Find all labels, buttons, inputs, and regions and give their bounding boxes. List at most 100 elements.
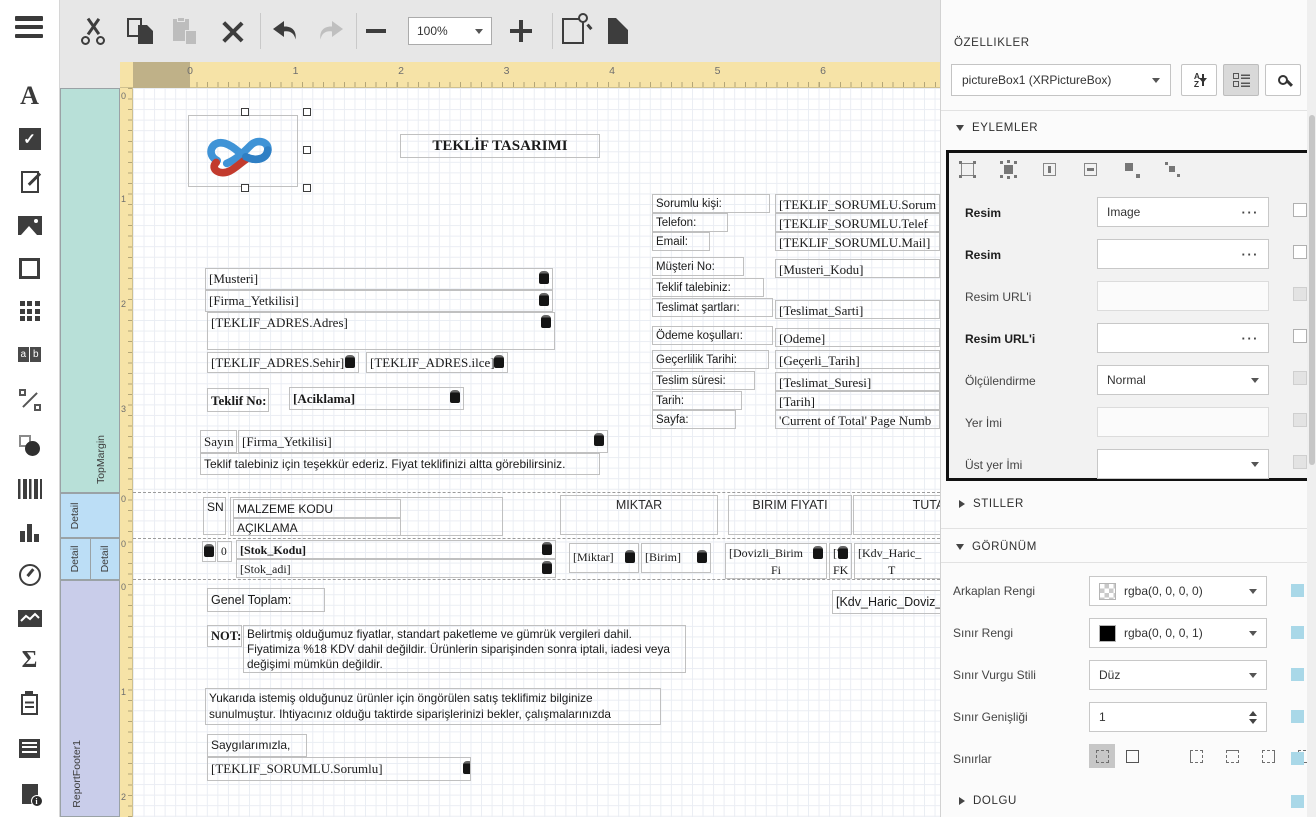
prop-yer-imi-input[interactable]: [1097, 407, 1269, 437]
label-closing-text[interactable]: Yukarıda istemiş olduğunuz ürünler için …: [205, 688, 661, 725]
object-selector[interactable]: pictureBox1 (XRPictureBox): [951, 64, 1171, 96]
label-thanks[interactable]: Teklif talebiniz için teşekkür ederiz. F…: [200, 453, 600, 475]
border-right-button[interactable]: [1255, 744, 1281, 768]
header-aciklama[interactable]: AÇIKLAMA: [233, 518, 401, 536]
label-tarih[interactable]: Tarih:: [652, 391, 742, 410]
shape-tool[interactable]: [0, 426, 59, 466]
field-sehir[interactable]: [TEKLIF_ADRES.Sehir]: [207, 352, 359, 373]
field-odeme[interactable]: [Odeme]: [775, 328, 940, 347]
zoom-in-button[interactable]: [510, 14, 532, 48]
field-birim[interactable]: [Birim]: [641, 543, 711, 573]
border-box-button[interactable]: [1119, 744, 1145, 768]
band-detail-outer[interactable]: Detail: [60, 538, 91, 580]
label-sorumlu-kisi[interactable]: Sorumlu kişi:: [652, 194, 770, 213]
prop-ust-yer-imi-select[interactable]: [1097, 449, 1269, 479]
size-shrink-icon[interactable]: [1164, 161, 1181, 178]
preview-button[interactable]: [562, 14, 584, 48]
logo-picture-box[interactable]: [188, 115, 298, 187]
field-teslimat-suresi[interactable]: [Teslimat_Suresi]: [775, 372, 940, 391]
fit-bounds-to-container-icon[interactable]: [959, 161, 976, 178]
field-aciklama[interactable]: [Aciklama]: [289, 387, 464, 410]
label-telefon[interactable]: Telefon:: [652, 213, 728, 232]
scripts-button[interactable]: [608, 14, 628, 48]
label-odeme-kosullari[interactable]: Ödeme koşulları:: [652, 326, 773, 345]
field-ilce[interactable]: [TEKLIF_ADRES.ilce]: [366, 352, 508, 373]
label-teklif-no[interactable]: Teklif No:: [207, 388, 269, 412]
prop-olculendirme-select[interactable]: Normal: [1097, 365, 1269, 395]
field-mail[interactable]: [TEKLIF_SORUMLU.Mail]: [775, 232, 940, 251]
resize-handle[interactable]: [241, 108, 249, 116]
field-stok-kodu[interactable]: [Stok_Kodu]: [236, 540, 556, 559]
binding-indicator[interactable]: [1291, 584, 1304, 597]
search-button[interactable]: [1265, 64, 1301, 96]
prop-sinir-rengi-select[interactable]: rgba(0, 0, 0, 1): [1089, 618, 1267, 648]
field-adres[interactable]: [TEKLIF_ADRES.Adres]: [207, 312, 555, 350]
field-miktar[interactable]: [Miktar]: [569, 543, 639, 573]
header-malzeme-kodu[interactable]: MALZEME KODU: [233, 499, 401, 518]
field-page-number[interactable]: 'Current of Total' Page Numb: [775, 410, 940, 429]
label-regards[interactable]: Saygılarımızla,: [207, 734, 307, 757]
section-eylemler[interactable]: EYLEMLER: [956, 122, 1038, 134]
summary-tool[interactable]: Σ: [0, 640, 59, 680]
label-gecerlilik-tarihi[interactable]: Geçerlilik Tarihi:: [652, 350, 769, 369]
label-teslim-suresi[interactable]: Teslim süresi:: [652, 371, 755, 390]
label-tool[interactable]: A: [0, 76, 59, 116]
barcode-tool[interactable]: [0, 469, 59, 509]
label-sayin[interactable]: Sayın: [200, 430, 237, 453]
label-teklif-talebiniz[interactable]: Teklif talebiniz:: [652, 278, 764, 297]
field-tarih[interactable]: [Tarih]: [775, 391, 940, 410]
field-sorumlu[interactable]: [TEKLIF_SORUMLU.Sorum: [775, 194, 940, 213]
prop-resim-url-2-input[interactable]: ···: [1097, 323, 1269, 353]
prop-resim-1-checkbox[interactable]: [1293, 203, 1307, 217]
table-tool[interactable]: [0, 291, 59, 331]
zoom-out-button[interactable]: [366, 14, 386, 48]
richtext-tool[interactable]: [0, 162, 59, 202]
field-sorumlu-footer[interactable]: [TEKLIF_SORUMLU.Sorumlu]: [207, 757, 471, 781]
resize-handle[interactable]: [241, 184, 249, 192]
field-toplam[interactable]: [TFK: [829, 543, 852, 579]
category-view-button[interactable]: [1223, 64, 1259, 96]
header-birim-fiyati[interactable]: BIRIM FIYATI: [728, 495, 852, 535]
header-tutar[interactable]: TUTAR: [853, 495, 940, 535]
chart-tool[interactable]: [0, 512, 59, 552]
label-musteri-no[interactable]: Müşteri No:: [652, 257, 744, 276]
header-miktar[interactable]: MIKTAR: [560, 495, 718, 535]
spinner-down-icon[interactable]: [1249, 719, 1257, 724]
size-grow-icon[interactable]: [1123, 161, 1140, 178]
line-tool[interactable]: [0, 380, 59, 420]
field-teslimat-sarti[interactable]: [Teslimat_Sarti]: [775, 300, 940, 319]
resize-handle[interactable]: [303, 146, 311, 154]
prop-sinir-vurgu-select[interactable]: Düz: [1089, 660, 1267, 690]
undo-button[interactable]: [270, 14, 300, 48]
field-kdv-haric-doviz-toplam[interactable]: [Kdv_Haric_Doviz_T: [832, 590, 940, 614]
prop-resim-url-1-input[interactable]: [1097, 281, 1269, 311]
ellipsis-icon[interactable]: ···: [1242, 205, 1260, 220]
sparkline-tool[interactable]: [0, 598, 59, 638]
binding-indicator[interactable]: [1291, 795, 1304, 808]
prop-arkaplan-rengi-select[interactable]: rgba(0, 0, 0, 0): [1089, 576, 1267, 606]
binding-indicator[interactable]: [1291, 710, 1304, 723]
label-email[interactable]: Email:: [652, 232, 710, 251]
ellipsis-icon[interactable]: ···: [1242, 247, 1260, 262]
copy-button[interactable]: [126, 14, 154, 48]
binding-indicator[interactable]: [1291, 668, 1304, 681]
page-info-tool[interactable]: [0, 684, 59, 724]
section-dolgu[interactable]: DOLGU: [959, 795, 1017, 807]
panel-tool[interactable]: [0, 248, 59, 288]
resize-handle[interactable]: [303, 184, 311, 192]
spinner-up-icon[interactable]: [1249, 711, 1257, 716]
table-of-contents-tool[interactable]: [0, 728, 59, 768]
page-break-tool[interactable]: i: [0, 774, 59, 814]
fit-image-to-bounds-icon[interactable]: [1000, 161, 1017, 178]
band-detail[interactable]: Detail: [60, 493, 120, 538]
center-horizontally-icon[interactable]: [1041, 161, 1058, 178]
cut-button[interactable]: [80, 14, 106, 48]
label-not[interactable]: NOT:: [207, 625, 242, 647]
menu-icon[interactable]: [15, 16, 43, 38]
prop-resim-url-2-checkbox[interactable]: [1293, 329, 1307, 343]
section-gorunum[interactable]: GÖRÜNÜM: [956, 541, 1037, 553]
detail-index-cell[interactable]: 0: [217, 541, 232, 562]
checkbox-tool[interactable]: ✓: [0, 119, 59, 159]
prop-sinir-genisligi-spinner[interactable]: 1: [1089, 702, 1267, 732]
field-dovizli-birim-fiyat[interactable]: [Dovizli_BirimFi: [725, 543, 827, 579]
